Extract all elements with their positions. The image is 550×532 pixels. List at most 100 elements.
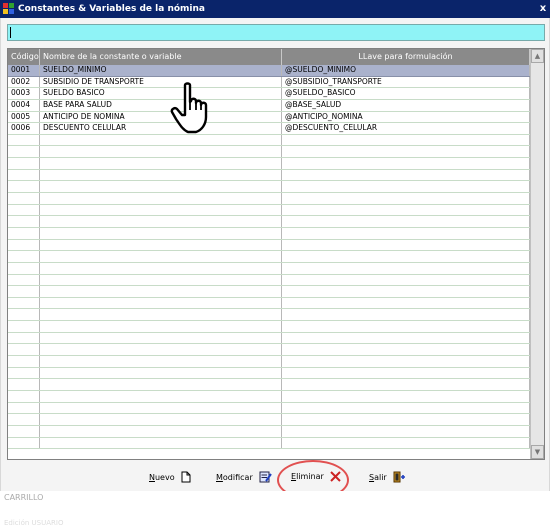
cell-llave: @SUBSIDIO_TRANSPORTE [282,76,530,88]
cell-llave [282,321,530,332]
empty-row[interactable] [8,274,544,287]
cell-llave [282,227,530,239]
cell-nombre [40,239,282,251]
empty-row[interactable] [8,193,544,205]
empty-row[interactable] [8,367,544,380]
cell-nombre [40,216,282,227]
cell-codigo [8,158,40,169]
nuevo-button[interactable]: Nuevo [149,471,191,483]
empty-row[interactable] [8,158,544,170]
empty-row[interactable] [8,251,544,263]
cell-codigo [8,262,40,274]
cell-llave: @SUELDO_MINIMO [282,65,530,76]
cell-nombre: SUBSIDIO DE TRANSPORTE [40,76,282,88]
table-row[interactable]: 0006 DESCUENTO CELULAR @DESCUENTO_CELULAR [8,123,544,135]
cell-codigo [8,321,40,332]
cell-nombre [40,437,282,449]
modificar-button[interactable]: Modificar [216,471,272,483]
empty-row[interactable] [8,216,544,228]
empty-row[interactable] [8,309,544,322]
empty-row[interactable] [8,181,544,194]
cell-llave: @BASE_SALUD [282,99,530,111]
cell-nombre [40,356,282,367]
scroll-up-button[interactable]: ▲ [531,49,544,63]
cell-codigo [8,309,40,321]
column-header-nombre[interactable]: Nombre de la constante o variable [40,49,282,65]
cell-nombre [40,181,282,193]
empty-row[interactable] [8,379,544,391]
cell-codigo [8,367,40,379]
empty-row[interactable] [8,286,544,298]
cell-codigo [8,251,40,262]
table-row[interactable]: 0001 SUELDO_MINIMO @SUELDO_MINIMO [8,65,544,77]
cell-nombre [40,169,282,181]
cell-nombre [40,158,282,169]
empty-row[interactable] [8,297,544,310]
empty-row[interactable] [8,146,544,159]
cell-nombre [40,274,282,286]
empty-row[interactable] [8,425,544,438]
status-user: CARRILLO [4,493,44,502]
empty-row[interactable] [8,227,544,240]
cell-codigo [8,274,40,286]
eliminar-button[interactable]: Eliminar [291,471,341,482]
column-header-codigo[interactable]: Código [8,49,40,65]
text-caret [10,27,11,38]
cell-codigo [8,227,40,239]
cell-llave [282,309,530,321]
cell-llave [282,437,530,449]
cell-codigo: 0003 [8,88,40,99]
empty-row[interactable] [8,134,544,147]
close-button[interactable]: x [538,3,548,15]
cell-nombre [40,309,282,321]
table-row[interactable]: 0003 SUELDO BASICO @SUELDO_BASICO [8,88,544,100]
cell-nombre [40,379,282,390]
salir-button[interactable]: Salir [369,471,406,483]
empty-row[interactable] [8,169,544,182]
search-input[interactable] [7,24,545,41]
vertical-scrollbar[interactable]: ▲ ▼ [530,49,544,459]
cell-nombre [40,193,282,204]
window-title: Constantes & Variables de la nómina [18,4,205,14]
cell-codigo [8,146,40,158]
empty-row[interactable] [8,262,544,275]
empty-row[interactable] [8,414,544,426]
empty-row[interactable] [8,332,544,345]
cell-nombre [40,227,282,239]
empty-row[interactable] [8,321,544,333]
cell-llave: @SUELDO_BASICO [282,88,530,99]
empty-row[interactable] [8,204,544,217]
cell-codigo [8,414,40,425]
cell-llave [282,402,530,414]
empty-row[interactable] [8,437,544,450]
empty-row[interactable] [8,402,544,415]
delete-x-icon [330,471,341,482]
table-row[interactable]: 0005 ANTICIPO DE NOMINA @ANTICIPO_NOMINA [8,111,544,124]
scroll-down-button[interactable]: ▼ [531,445,544,459]
cell-codigo [8,181,40,193]
cell-llave [282,169,530,181]
table-row[interactable]: 0004 BASE PARA SALUD @BASE_SALUD [8,99,544,112]
cell-llave [282,181,530,193]
edit-form-icon [259,471,272,483]
cell-codigo [8,193,40,204]
cell-codigo [8,239,40,251]
empty-row[interactable] [8,356,544,368]
column-header-llave[interactable]: LLave para formulación [282,49,530,65]
cell-llave [282,262,530,274]
cell-codigo [8,216,40,227]
cell-llave [282,274,530,286]
cell-codigo [8,344,40,356]
table-row[interactable]: 0002 SUBSIDIO DE TRANSPORTE @SUBSIDIO_TRAN… [8,76,544,89]
cell-codigo [8,286,40,297]
empty-row[interactable] [8,239,544,252]
cell-llave [282,414,530,425]
main-window: Código Nombre de la constante o variable… [0,18,550,500]
empty-row[interactable] [8,344,544,357]
empty-row[interactable] [8,390,544,403]
cell-codigo: 0006 [8,123,40,134]
hand-pointer-icon [170,82,208,134]
cell-codigo: 0002 [8,76,40,88]
cell-nombre [40,332,282,344]
cell-codigo [8,134,40,146]
